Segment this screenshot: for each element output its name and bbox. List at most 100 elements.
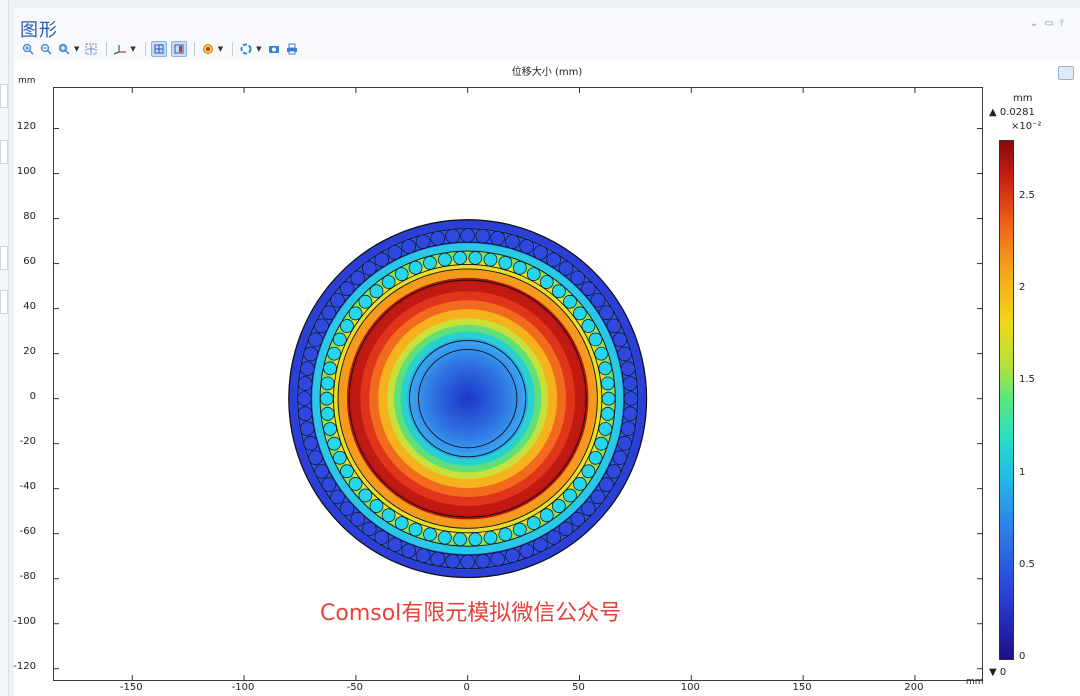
left-panel-tab[interactable]	[0, 84, 8, 108]
armour-wire	[408, 522, 423, 537]
armour-wire	[445, 228, 460, 244]
maximize-icon[interactable]: ▭	[1044, 18, 1059, 29]
armour-wire	[600, 376, 615, 391]
x-tick-label: 0	[463, 682, 470, 693]
window-header: 图形 ⌄▭⫯ ▼ ▼ ▼ ▼	[14, 8, 1080, 60]
armour-wire	[623, 391, 639, 406]
armour-wire	[339, 281, 355, 296]
armour-wire	[348, 477, 363, 491]
armour-wire	[612, 450, 628, 465]
zoom-box-icon[interactable]	[56, 41, 72, 57]
armour-wire	[519, 239, 534, 254]
armour-wire	[308, 450, 323, 465]
armour-wire	[460, 228, 475, 243]
plot-canvas[interactable]	[53, 87, 983, 681]
graphics-toolbar: ▼ ▼ ▼ ▼	[20, 40, 302, 58]
armour-wire	[546, 530, 561, 545]
armour-wire	[374, 252, 390, 268]
armour-wire	[327, 436, 342, 451]
dropdown-arrow-icon[interactable]: ▼	[256, 45, 261, 53]
print-icon[interactable]	[284, 41, 300, 57]
armour-wire	[563, 488, 577, 503]
armour-wire	[374, 530, 390, 545]
colorbar-tick-label: 1.5	[1019, 374, 1035, 386]
x-tick-label: 100	[680, 682, 700, 693]
armour-wire	[430, 230, 445, 246]
x-tick-label: -50	[346, 682, 364, 693]
armour-wire	[519, 543, 534, 559]
plot-svg	[54, 88, 982, 680]
axis-orientation-icon[interactable]	[112, 41, 128, 57]
armour-wire	[573, 306, 587, 321]
window-title: 图形	[20, 20, 58, 41]
x-tick-label: -100	[231, 682, 255, 693]
grid-icon[interactable]	[150, 41, 167, 57]
armour-wire	[387, 537, 403, 553]
colorbar-tick-label: 0.5	[1019, 558, 1035, 570]
armour-wire	[401, 543, 417, 559]
armour-wire	[617, 346, 632, 362]
armour-wire	[415, 234, 431, 249]
armour-wire	[332, 332, 347, 347]
armour-wire	[590, 489, 606, 505]
armour-wire	[320, 407, 335, 421]
armour-wire	[320, 376, 335, 391]
pane-icon[interactable]	[170, 41, 187, 57]
armour-wire	[299, 421, 315, 436]
toolbar-separator	[232, 42, 234, 56]
armour-wire	[533, 245, 548, 260]
transparency-icon[interactable]	[238, 41, 254, 57]
armour-wire	[314, 318, 329, 334]
armour-wire	[314, 464, 329, 479]
colorbar-min: ▼ 0	[989, 667, 1007, 678]
armour-wire	[339, 501, 355, 516]
zoom-extents-icon[interactable]	[83, 41, 99, 57]
armour-wire	[599, 477, 614, 492]
y-tick-label: -120	[13, 660, 36, 672]
armour-wire	[552, 284, 566, 299]
armour-wire	[369, 284, 384, 299]
camera-icon[interactable]	[266, 41, 282, 57]
armour-wire	[539, 275, 554, 289]
y-tick-label: -80	[19, 570, 36, 582]
armour-wire	[362, 521, 377, 537]
armour-wire	[570, 511, 585, 527]
dropdown-arrow-icon[interactable]: ▼	[130, 45, 135, 53]
armour-wire	[533, 537, 548, 553]
plot-title: 位移大小 (mm)	[511, 67, 583, 78]
armour-wire	[546, 252, 561, 268]
scene-light-icon[interactable]	[200, 41, 216, 57]
colorbar-unit: mm	[1013, 93, 1033, 104]
armour-wire	[526, 267, 541, 281]
armour-wire	[323, 361, 337, 376]
left-panel-tab[interactable]	[0, 140, 8, 164]
dropdown-arrow-icon[interactable]: ▼	[218, 45, 223, 53]
armour-wire	[606, 318, 622, 334]
armour-wire	[598, 422, 613, 436]
armour-wire	[348, 306, 363, 321]
zoom-out-icon[interactable]	[38, 41, 54, 57]
armour-wire	[438, 530, 452, 545]
colorbar-exponent: ×10⁻²	[1011, 121, 1042, 132]
armour-wire	[620, 361, 636, 376]
armour-wire	[332, 450, 347, 465]
y-tick-label: 100	[16, 165, 36, 177]
armour-wire	[423, 256, 437, 270]
armour-wire	[330, 489, 345, 505]
armour-wire	[594, 346, 609, 361]
zoom-in-icon[interactable]	[20, 41, 36, 57]
pin-icon[interactable]: ⫯	[1060, 18, 1070, 29]
armour-wire	[340, 464, 354, 479]
armour-wire	[401, 239, 417, 254]
y-tick-label: 80	[23, 210, 36, 222]
armour-wire	[590, 292, 606, 308]
armour-wire	[599, 305, 614, 320]
armour-wire	[612, 332, 628, 347]
colorbar-tick-label: 2	[1019, 282, 1026, 294]
armour-wire	[588, 450, 603, 465]
collapse-icon[interactable]: ⌄	[1030, 18, 1044, 29]
toolbar-separator	[106, 42, 108, 56]
toolbar-separator	[193, 42, 195, 56]
armour-wire	[588, 332, 603, 347]
dropdown-arrow-icon[interactable]: ▼	[74, 45, 79, 53]
